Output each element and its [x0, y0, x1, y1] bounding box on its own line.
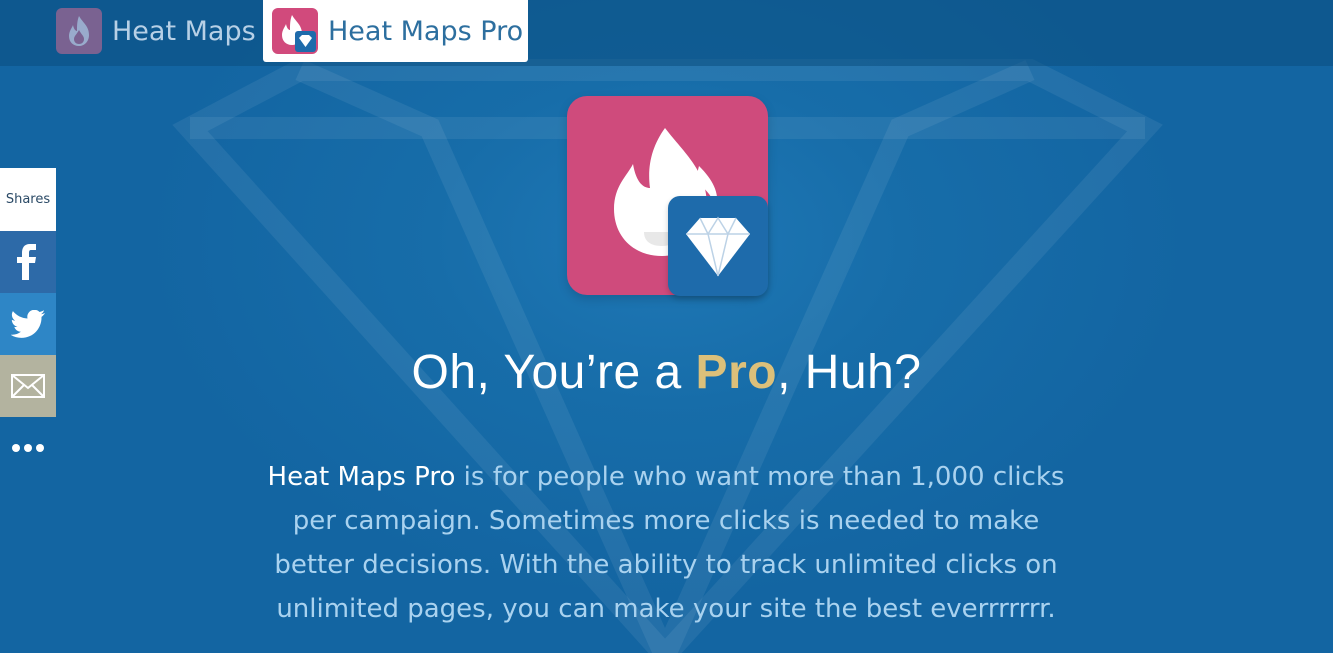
headline-suffix: , Huh?: [777, 346, 922, 399]
hero-logo: [567, 96, 769, 298]
tab-label: Heat Maps Pro: [328, 15, 524, 47]
more-dots-icon: [12, 444, 44, 452]
twitter-icon: [11, 310, 45, 338]
share-count-label: Shares: [0, 168, 56, 231]
twitter-share-button[interactable]: [0, 293, 56, 355]
share-sidebar: Shares: [0, 168, 56, 479]
more-share-button[interactable]: [0, 417, 56, 479]
headline-highlight: Pro: [695, 346, 778, 399]
email-share-button[interactable]: [0, 355, 56, 417]
tab-label: Heat Maps: [112, 15, 256, 47]
diamond-logo-tile: [668, 196, 768, 296]
tab-heat-maps[interactable]: Heat Maps: [56, 0, 256, 62]
diamond-icon: [686, 216, 750, 277]
flame-icon: [56, 8, 102, 54]
top-tab-bar: Heat Maps Heat Maps Pro: [0, 0, 1333, 66]
tab-heat-maps-pro[interactable]: Heat Maps Pro: [263, 0, 528, 62]
description-brand: Heat Maps Pro: [267, 462, 456, 492]
headline-prefix: Oh, You’re a: [411, 346, 696, 399]
facebook-share-button[interactable]: [0, 231, 56, 293]
flame-diamond-icon: [272, 8, 318, 54]
page-title: Oh, You’re a Pro, Huh?: [0, 345, 1333, 400]
facebook-icon: [17, 244, 36, 280]
hero-description: Heat Maps Pro is for people who want mor…: [266, 455, 1066, 631]
mail-icon: [11, 374, 45, 398]
